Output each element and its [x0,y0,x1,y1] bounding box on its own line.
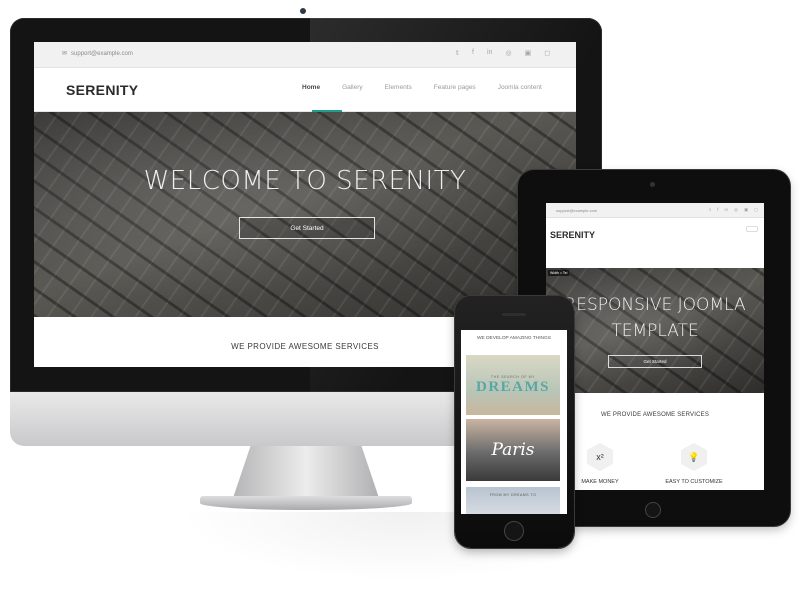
tablet-hero-title: RESPONSIVE JOOMLA TEMPLATE [564,295,746,341]
phone-speaker [502,313,526,316]
instagram-icon[interactable]: ◻ [544,49,550,57]
portfolio-card-paris[interactable]: Paris [466,419,560,481]
tablet-site-header: SERENITY [546,218,764,268]
site-header: SERENITY Home Gallery Elements Feature p… [34,68,576,112]
tablet-home-button [645,502,661,518]
tablet-hero-banner: Width = Tel RESPONSIVE JOOMLA TEMPLATE G… [546,268,764,393]
twitter-icon[interactable]: 𝕥 [709,207,711,213]
phone-home-button [504,521,524,541]
phone-heading: WE DEVELOP AMAZING THINGS [477,336,551,341]
tablet-get-started-button[interactable]: Get Started [608,355,702,368]
tablet-contact-email[interactable]: support@example.com [556,208,597,213]
social-links: 𝕥 f in ◎ ▣ ◻ [456,49,550,57]
site-logo[interactable]: SERENITY [66,82,138,98]
tablet-social-links: 𝕥 f in ◎ ▣ ◻ [709,207,758,213]
linkedin-icon[interactable]: in [725,207,729,213]
hero-banner: WELCOME TO SERENITY Get Started [34,112,576,317]
top-bar: ✉ support@example.com 𝕥 f in ◎ ▣ ◻ [34,42,576,68]
nav-item-feature-pages[interactable]: Feature pages [434,84,476,91]
card-title: Paris [491,440,535,460]
nav-item-gallery[interactable]: Gallery [342,84,363,91]
twitter-icon[interactable]: 𝕥 [456,49,459,57]
lightbulb-icon: 💡 [681,443,707,471]
instagram-icon[interactable]: ◻ [754,207,758,213]
nav-item-home[interactable]: Home [302,84,320,91]
tablet-site-logo[interactable]: SERENITY [550,230,595,240]
github-icon[interactable]: ▣ [525,49,532,57]
portfolio-card-third[interactable]: FROM MY DREAMS TO [466,487,560,514]
monitor-stand [233,446,379,498]
facebook-icon[interactable]: f [472,49,474,57]
tablet-top-bar: support@example.com 𝕥 f in ◎ ▣ ◻ [546,203,764,218]
github-icon[interactable]: ▣ [744,207,748,213]
feature-easy-to-customize: EASY TO CUSTOMIZE [665,479,723,485]
get-started-button[interactable]: Get Started [239,217,375,239]
monitor-base [200,496,412,510]
tablet-width-tag: Width = Tel [548,270,570,276]
tablet-screen: support@example.com 𝕥 f in ◎ ▣ ◻ SERENIT… [546,203,764,490]
superscript-icon: x² [587,443,613,471]
phone-screen: WE DEVELOP AMAZING THINGS THE SEARCH OF … [461,330,567,514]
email-text: support@example.com [71,50,133,57]
hamburger-menu-icon[interactable] [746,226,758,232]
main-nav: Home Gallery Elements Feature pages Joom… [302,84,564,91]
envelope-icon: ✉ [62,51,68,57]
nav-item-joomla-content[interactable]: Joomla content [498,84,542,91]
portfolio-card-dreams[interactable]: THE SEARCH OF MY DREAMS [466,355,560,415]
hero-title: WELCOME TO SERENITY [143,166,467,196]
tablet-services-heading: WE PROVIDE AWESOME SERVICES [600,412,710,418]
dribbble-icon[interactable]: ◎ [734,207,738,213]
nav-item-elements[interactable]: Elements [385,84,412,91]
contact-email[interactable]: ✉ support@example.com [62,50,133,58]
tablet-camera-icon [650,182,655,187]
webcam-icon [300,8,306,14]
dribbble-icon[interactable]: ◎ [505,49,511,57]
linkedin-icon[interactable]: in [487,49,492,57]
facebook-icon[interactable]: f [717,207,718,213]
card-title: DREAMS [475,378,550,395]
card-caption: FROM MY DREAMS TO [489,492,537,497]
